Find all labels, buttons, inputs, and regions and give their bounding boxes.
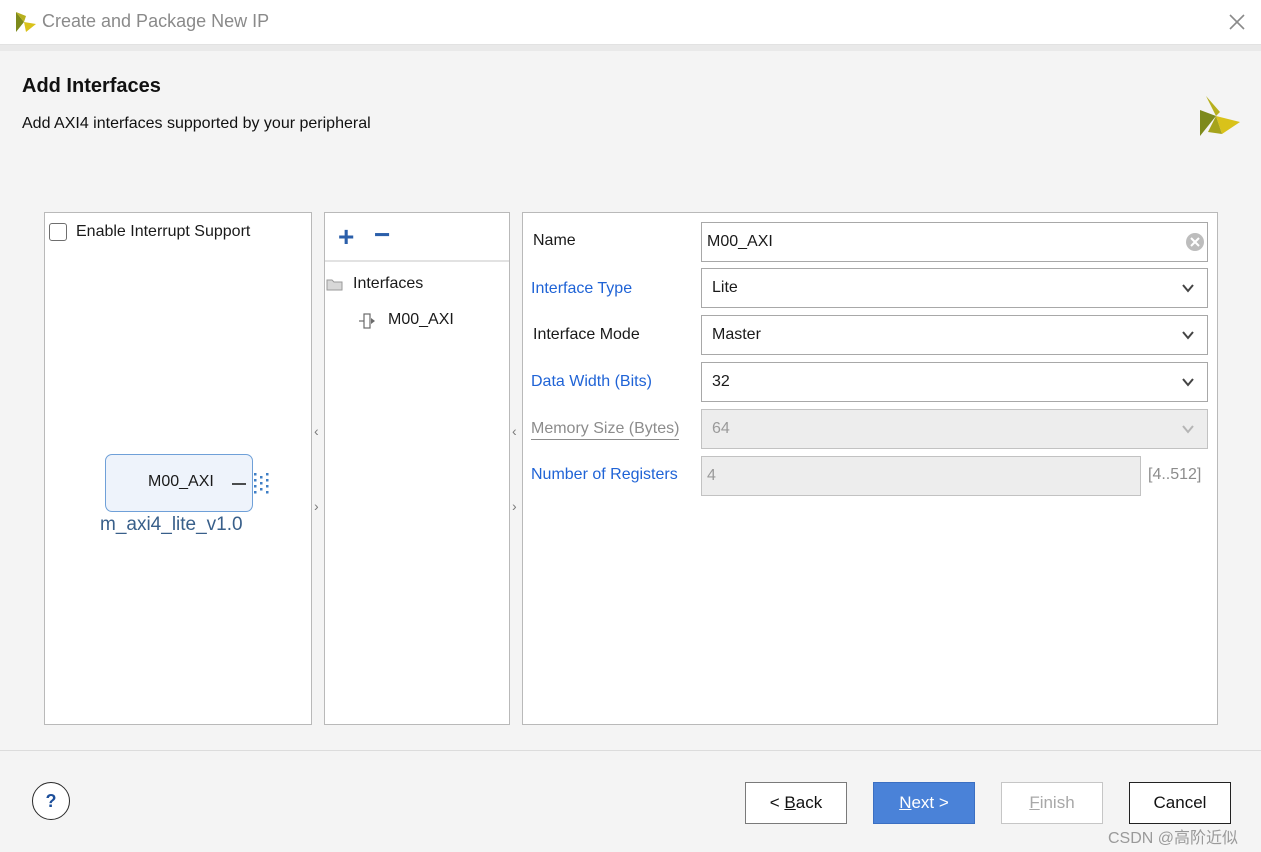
vivado-brand-logo [1200,96,1240,136]
cancel-button[interactable]: Cancel [1129,782,1231,824]
interrupt-support-checkbox[interactable] [49,223,67,241]
memory-size-value: 64 [712,420,730,437]
interface-mode-value: Master [712,326,761,343]
add-interface-button[interactable]: + [338,220,354,254]
tree-item-m00-axi[interactable]: M00_AXI [388,311,454,329]
chevron-down-icon [1182,284,1194,293]
back-button-rest: ack [795,793,823,812]
chevron-down-icon [1182,378,1194,387]
page-subtitle: Add AXI4 interfaces supported by your pe… [22,115,371,132]
name-field[interactable]: M00_AXI [701,222,1208,262]
name-label: Name [533,232,576,249]
page-title: Add Interfaces [22,75,161,97]
back-button-prefix: < [769,793,785,812]
collapse-left-splitter[interactable]: ‹ [314,423,319,439]
data-width-value: 32 [712,373,730,390]
chevron-down-icon [1182,331,1194,340]
memory-size-select: 64 [701,409,1208,449]
bus-interface-icon [359,313,375,329]
finish-button: Finish [1001,782,1103,824]
interface-mode-label: Interface Mode [533,326,640,343]
vivado-logo-icon [16,12,36,32]
finish-button-rest: inish [1039,793,1075,812]
close-icon[interactable] [1225,10,1249,34]
back-button-mnemonic: B [784,793,796,812]
ip-name: m_axi4_lite_v1.0 [100,514,243,535]
next-button[interactable]: Next > [873,782,975,824]
back-button[interactable]: < Back [745,782,847,824]
watermark: CSDN @高阶近似 [1108,830,1239,847]
toolbar-divider [325,260,509,262]
interface-type-label: Interface Type [531,280,633,297]
num-registers-input: 4 [701,456,1141,496]
next-button-rest: ext > [911,793,949,812]
tree-root-interfaces[interactable]: Interfaces [353,275,423,293]
expand-middle-splitter[interactable]: › [512,498,517,514]
data-width-label: Data Width (Bits) [531,373,652,390]
name-value: M00_AXI [707,233,773,250]
interface-type-select[interactable]: Lite [701,268,1208,308]
ip-port-label: M00_AXI [148,473,214,490]
num-registers-range: [4..512] [1148,466,1202,483]
expand-left-splitter[interactable]: › [314,498,319,514]
header-divider [0,45,1261,51]
bus-port-icon [232,473,269,494]
interface-mode-select[interactable]: Master [701,315,1208,355]
memory-size-label: Memory Size (Bytes) [531,420,680,440]
next-button-mnemonic: N [899,793,912,812]
remove-interface-button[interactable]: − [374,218,390,252]
footer-divider [0,750,1261,751]
chevron-down-icon [1182,425,1194,434]
help-icon[interactable]: ? [32,782,70,820]
interface-type-value: Lite [712,279,738,296]
folder-icon [326,279,343,291]
num-registers-value: 4 [707,467,716,484]
collapse-middle-splitter[interactable]: ‹ [512,423,517,439]
interrupt-support-label[interactable]: Enable Interrupt Support [76,223,250,241]
window-title: Create and Package New IP [42,11,270,31]
data-width-select[interactable]: 32 [701,362,1208,402]
finish-button-mnemonic: F [1029,793,1040,812]
clear-circle-icon[interactable] [1185,232,1205,252]
num-registers-label: Number of Registers [531,466,678,483]
